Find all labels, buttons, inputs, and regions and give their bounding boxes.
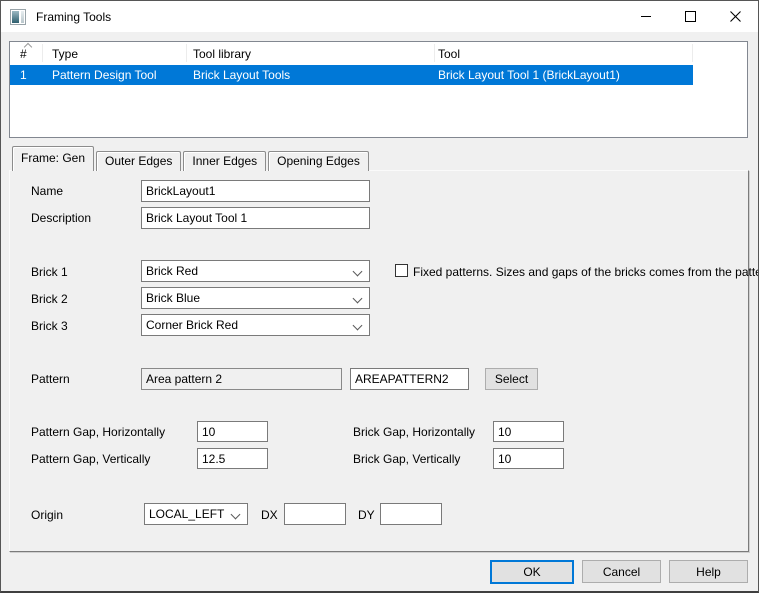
brick-gap-v-input[interactable]	[493, 448, 564, 469]
brick3-label: Brick 3	[31, 319, 68, 333]
pattern-gap-v-label: Pattern Gap, Vertically	[31, 452, 150, 466]
row-cell-num: 1	[20, 68, 27, 82]
minimize-button[interactable]	[623, 1, 668, 32]
column-divider[interactable]	[186, 44, 187, 62]
brick1-value: Brick Red	[146, 264, 198, 278]
chevron-down-icon	[231, 510, 241, 520]
brick1-dropdown[interactable]: Brick Red	[141, 260, 370, 282]
chevron-down-icon	[353, 321, 363, 331]
name-label: Name	[31, 184, 63, 198]
row-cell-library: Brick Layout Tools	[193, 68, 290, 82]
close-button[interactable]	[713, 1, 758, 32]
tab-outer-edges[interactable]: Outer Edges	[96, 151, 181, 171]
help-button[interactable]: Help	[669, 560, 748, 583]
dx-label: DX	[261, 508, 278, 522]
brick-gap-v-label: Brick Gap, Vertically	[353, 452, 460, 466]
brick1-label: Brick 1	[31, 265, 68, 279]
brick-gap-h-input[interactable]	[493, 421, 564, 442]
pattern-gap-h-label: Pattern Gap, Horizontally	[31, 425, 165, 439]
minimize-icon	[641, 16, 651, 17]
dy-label: DY	[358, 508, 375, 522]
column-divider[interactable]	[42, 44, 43, 62]
cancel-button[interactable]: Cancel	[582, 560, 661, 583]
close-icon	[730, 11, 741, 22]
description-input[interactable]	[141, 207, 370, 229]
pattern-code-field[interactable]	[350, 368, 469, 390]
origin-dropdown[interactable]: LOCAL_LEFT	[144, 503, 248, 525]
tab-inner-edges[interactable]: Inner Edges	[183, 151, 266, 171]
origin-value: LOCAL_LEFT	[149, 507, 224, 521]
tab-strip: Frame: Gen Outer Edges Inner Edges Openi…	[12, 147, 371, 171]
origin-label: Origin	[31, 508, 63, 522]
tool-list-header: # Type Tool library Tool	[10, 42, 747, 65]
brick2-label: Brick 2	[31, 292, 68, 306]
pattern-select-button[interactable]: Select	[485, 368, 538, 390]
column-header-num[interactable]: #	[20, 47, 27, 61]
maximize-icon	[685, 11, 696, 22]
column-divider[interactable]	[434, 44, 435, 62]
brick3-value: Corner Brick Red	[146, 318, 238, 332]
title-bar: Framing Tools	[1, 1, 758, 32]
column-header-type[interactable]: Type	[52, 47, 78, 61]
chevron-down-icon	[353, 294, 363, 304]
app-icon	[10, 9, 26, 25]
table-row-selected[interactable]: 1 Pattern Design Tool Brick Layout Tools…	[10, 65, 693, 85]
brick3-dropdown[interactable]: Corner Brick Red	[141, 314, 370, 336]
tab-frame-gen[interactable]: Frame: Gen	[12, 146, 94, 171]
row-cell-tool: Brick Layout Tool 1 (BrickLayout1)	[438, 68, 620, 82]
tool-list: # Type Tool library Tool 1 Pattern Desig…	[9, 41, 748, 138]
brick-gap-h-label: Brick Gap, Horizontally	[353, 425, 475, 439]
tab-opening-edges[interactable]: Opening Edges	[268, 151, 369, 171]
ok-button[interactable]: OK	[490, 560, 574, 584]
dx-input[interactable]	[284, 503, 346, 525]
pattern-gap-h-input[interactable]	[197, 421, 268, 442]
column-header-tool[interactable]: Tool	[438, 47, 460, 61]
pattern-label: Pattern	[31, 372, 70, 386]
framing-tools-dialog: Framing Tools # Type Tool library Tool	[0, 0, 759, 593]
window-title: Framing Tools	[36, 10, 111, 24]
maximize-button[interactable]	[668, 1, 713, 32]
pattern-name-field	[141, 368, 342, 390]
fixed-patterns-label: Fixed patterns. Sizes and gaps of the br…	[413, 265, 759, 279]
tab-page-frame-gen	[9, 170, 749, 552]
fixed-patterns-checkbox[interactable]	[395, 264, 408, 277]
chevron-down-icon	[353, 267, 363, 277]
brick2-value: Brick Blue	[146, 291, 200, 305]
dy-input[interactable]	[380, 503, 442, 525]
pattern-gap-v-input[interactable]	[197, 448, 268, 469]
row-cell-type: Pattern Design Tool	[52, 68, 157, 82]
description-label: Description	[31, 211, 91, 225]
column-divider[interactable]	[692, 44, 693, 62]
brick2-dropdown[interactable]: Brick Blue	[141, 287, 370, 309]
column-header-library[interactable]: Tool library	[193, 47, 251, 61]
name-input[interactable]	[141, 180, 370, 202]
